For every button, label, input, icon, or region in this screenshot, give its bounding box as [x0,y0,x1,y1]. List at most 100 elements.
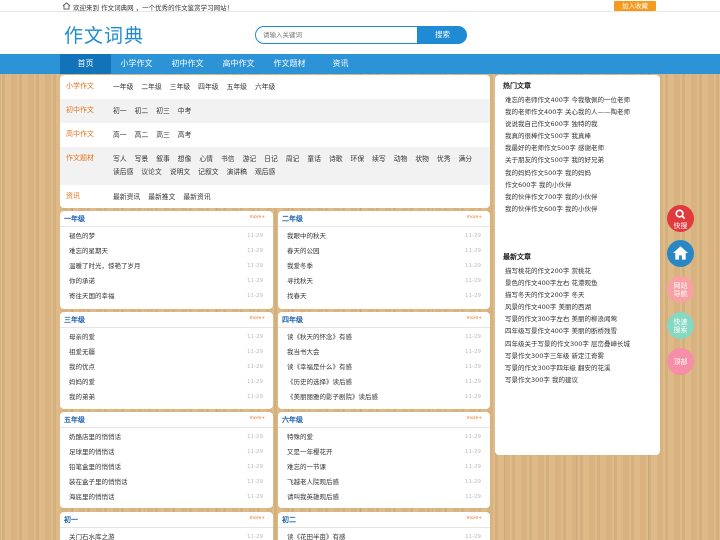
article-title[interactable]: 《历史的选择》读后感 [287,378,352,386]
search-input[interactable] [255,26,418,44]
more-link[interactable]: more+ [250,516,265,521]
category-link[interactable]: 演讲稿 [227,166,247,179]
search-button[interactable]: 搜索 [418,26,467,44]
category-link[interactable]: 初一 [113,105,127,118]
category-name[interactable]: 资讯 [66,191,80,201]
article-title[interactable]: 我的弟弟 [69,393,95,401]
category-link[interactable]: 高考 [178,129,192,142]
article-title[interactable]: 又是一年樱花开 [287,448,333,456]
box-title[interactable]: 二年级 [282,214,303,224]
article-title[interactable]: 关门石水库之游 [69,533,115,540]
category-link[interactable]: 说明文 [170,166,190,179]
article-item[interactable]: 褪色的梦 11-29 [69,229,263,244]
article-item[interactable]: 读《花田半亩》有感 11-29 [287,530,481,540]
category-link[interactable]: 想像 [178,153,192,166]
more-link[interactable]: more+ [250,316,265,321]
article-item[interactable]: 寄往天国的幸福 11-29 [69,289,263,304]
article-title[interactable]: 找春天 [287,292,307,300]
nav-primary-school[interactable]: 小学作文 [111,54,162,74]
article-title[interactable]: 难忘的星期天 [69,247,108,255]
box-title[interactable]: 四年级 [282,315,303,325]
hot-article-item[interactable]: 我真的很棒作文500字 我真棒 [505,130,657,142]
latest-article-item[interactable]: 描写冬天的作文200字 冬天 [505,289,657,301]
article-title[interactable]: 铅笔盒里的悄悄话 [69,463,121,471]
category-name[interactable]: 小学作文 [66,81,94,91]
article-title[interactable]: 我爱冬季 [287,262,313,270]
category-link[interactable]: 三年级 [170,81,190,94]
article-item[interactable]: 装在盒子里的悄悄话 11-29 [69,475,263,490]
box-title[interactable]: 初二 [282,515,296,525]
article-title[interactable]: 奶酪店里的悄悄话 [69,433,121,441]
category-link[interactable]: 观后感 [255,166,275,179]
site-nav-button[interactable]: 网站 导航 [667,276,694,303]
hot-article-item[interactable]: 我的伙伴作文600字 我的小伙伴 [505,203,657,215]
article-title[interactable]: 母亲的爱 [69,333,95,341]
category-link[interactable]: 写人 [113,153,127,166]
more-link[interactable]: more+ [250,416,265,421]
latest-article-item[interactable]: 写景的作文300字左右 美丽的柳浪闻莺 [505,313,657,325]
article-title[interactable]: 读《秋天的怀念》有感 [287,333,352,341]
category-name[interactable]: 高中作文 [66,129,94,139]
latest-article-item[interactable]: 写景作文300字 我的建议 [505,374,657,386]
article-item[interactable]: 《美丽丽雅的影子剧院》读后感 11-29 [287,390,481,405]
more-link[interactable]: more+ [467,316,482,321]
category-link[interactable]: 心情 [199,153,213,166]
category-link[interactable]: 动物 [394,153,408,166]
article-item[interactable]: 又是一年樱花开 11-29 [287,445,481,460]
article-item[interactable]: 难忘的星期天 11-29 [69,244,263,259]
article-title[interactable]: 褪色的梦 [69,232,95,240]
article-title[interactable]: 请叫我英雄观后感 [287,493,339,501]
latest-article-item[interactable]: 风景的作文400字 美丽的西湖 [505,301,657,313]
article-item[interactable]: 读《幸福是什么》有感 11-29 [287,360,481,375]
article-title[interactable]: 海底里的悄悄话 [69,493,115,501]
nav-junior-high[interactable]: 初中作文 [162,54,213,74]
latest-article-item[interactable]: 写景的作文300字四年级 翻安的花溪 [505,362,657,374]
latest-article-item[interactable]: 景色的作文400字左右 花港观鱼 [505,277,657,289]
article-item[interactable]: 我爱冬季 11-29 [287,259,481,274]
category-link[interactable]: 诗歌 [329,153,343,166]
add-favorite-button[interactable]: 加入收藏 [614,1,656,11]
article-item[interactable]: 我眼中的秋天 11-29 [287,229,481,244]
more-link[interactable]: more+ [467,516,482,521]
site-logo[interactable]: 作文词典 [64,21,144,48]
article-item[interactable]: 海底里的悄悄话 11-29 [69,490,263,505]
category-link[interactable]: 满分 [459,153,473,166]
nav-senior-high[interactable]: 高中作文 [213,54,264,74]
box-title[interactable]: 三年级 [64,315,85,325]
more-link[interactable]: more+ [250,215,265,220]
article-title[interactable]: 飞越老人院观后感 [287,478,339,486]
hot-article-item[interactable]: 难忘的老师作文400字 今我敬佩的一位老师 [505,94,657,106]
category-link[interactable]: 记叙文 [198,166,218,179]
article-item[interactable]: 找春天 11-29 [287,289,481,304]
article-item[interactable]: 足球里的悄悄话 11-29 [69,445,263,460]
category-link[interactable]: 二年级 [141,81,161,94]
article-item[interactable]: 关门石水库之游 11-29 [69,530,263,540]
more-link[interactable]: more+ [467,416,482,421]
article-title[interactable]: 装在盒子里的悄悄话 [69,478,128,486]
category-link[interactable]: 写景 [135,153,149,166]
hot-article-item[interactable]: 我最好的老师作文500字 感谢老师 [505,142,657,154]
article-item[interactable]: 飞越老人院观后感 11-29 [287,475,481,490]
article-item[interactable]: 你的承诺 11-29 [69,274,263,289]
article-item[interactable]: 我的优点 11-29 [69,360,263,375]
category-link[interactable]: 日记 [264,153,278,166]
category-name[interactable]: 作文题材 [66,153,94,163]
category-link[interactable]: 游记 [243,153,257,166]
article-item[interactable]: 母亲的爱 11-29 [69,330,263,345]
quick-search-button[interactable]: 快搜 [667,205,694,232]
article-item[interactable]: 请叫我英雄观后感 11-29 [287,490,481,505]
category-link[interactable]: 高一 [113,129,127,142]
latest-article-item[interactable]: 描写桃花的作文200字 赏桃花 [505,265,657,277]
nav-home[interactable]: 首页 [60,54,111,74]
category-link[interactable]: 六年级 [255,81,275,94]
fast-search-button[interactable]: 快速 搜索 [667,312,694,339]
latest-article-item[interactable]: 四年级写景作文400字 美丽的断桥残雪 [505,325,657,337]
article-item[interactable]: 春天的公园 11-29 [287,244,481,259]
home-icon[interactable] [62,2,71,10]
latest-article-item[interactable]: 四年级关于写景的作文300字 层峦叠嶂长城 [505,338,657,350]
more-link[interactable]: more+ [467,215,482,220]
box-title[interactable]: 一年级 [64,214,85,224]
category-link[interactable]: 优秀 [437,153,451,166]
article-title[interactable]: 寻找秋天 [287,277,313,285]
category-name[interactable]: 初中作文 [66,105,94,115]
